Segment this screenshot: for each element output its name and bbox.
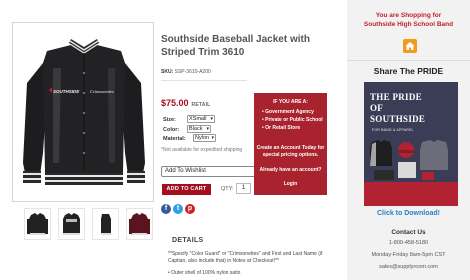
thumbnail-side[interactable] <box>92 208 119 240</box>
product-title: Southside Baseball Jacket with Striped T… <box>161 34 310 58</box>
product-sku: SKU: SSP-3610-A200 <box>161 69 211 75</box>
price-tag: RETAIL <box>191 102 211 108</box>
jacket-right-text: Crimsonettes <box>90 89 114 94</box>
material-value: Nylon <box>195 135 210 141</box>
details-note: **Specify "Color Guard" or "Crimsonettes… <box>168 251 323 264</box>
qty-label: QTY: <box>221 186 234 192</box>
color-label: Color: <box>163 127 180 133</box>
contact-hours: Monday-Friday 8am-5pm CST <box>371 252 446 258</box>
divider <box>347 60 470 61</box>
size-value: XSmall <box>189 116 207 122</box>
promo-item: • Or Retail Store <box>262 125 301 131</box>
shipping-note: *Not available for expedited shipping <box>161 147 243 153</box>
thumbnail-front[interactable] <box>24 208 51 240</box>
shopping-for-line1: You are Shopping for <box>375 12 442 19</box>
pride-line3: SOUTHSIDE <box>370 114 426 124</box>
promo-already: Already have an account? <box>259 167 322 173</box>
promo-item: • Government Agency <box>262 109 314 115</box>
account-promo-box: IF YOU ARE A: • Government Agency • Priv… <box>254 93 327 195</box>
qty-input[interactable]: 1 <box>236 183 251 194</box>
sku-label: SKU: <box>161 69 174 75</box>
contact-title: Contact Us <box>391 229 426 236</box>
details-bullet: • Outer shell of 100% nylon satin <box>168 270 241 276</box>
home-button[interactable] <box>403 39 417 53</box>
material-label: Material: <box>163 136 186 142</box>
caret-down-icon: ▾ <box>211 135 214 141</box>
thumbnail-maroon[interactable] <box>126 208 153 240</box>
facebook-icon[interactable]: f <box>161 204 171 214</box>
caret-down-icon: ▾ <box>210 116 213 122</box>
promo-cta: Create an Account Today for special pric… <box>256 145 325 158</box>
pride-bottom-band <box>364 182 458 206</box>
caret-down-icon: ▾ <box>206 126 209 132</box>
promo-item: • Private or Public School <box>262 117 323 123</box>
size-select[interactable]: XSmall ▾ <box>187 115 215 123</box>
shopping-for-banner: You are Shopping for Southside High Scho… <box>347 11 470 29</box>
pride-line1: THE PRIDE <box>370 92 422 102</box>
add-to-cart-button[interactable]: ADD TO CART <box>162 184 211 195</box>
product-price: $75.00 RETAIL <box>161 98 210 108</box>
contact-email[interactable]: sales@supplyroom.com <box>347 264 470 270</box>
details-heading: DETAILS <box>172 237 204 244</box>
pinterest-icon[interactable]: p <box>185 204 195 214</box>
jacket-image: SOUTHSIDE Crimsonettes <box>23 39 145 185</box>
pride-products-graphic <box>370 140 448 180</box>
wishlist-label: Add To Wishlist <box>165 168 206 174</box>
jacket-left-text: SOUTHSIDE <box>53 89 80 94</box>
promo-heading: IF YOU ARE A: <box>273 99 308 105</box>
download-link[interactable]: Click to Download! <box>347 210 470 217</box>
material-select[interactable]: Nylon ▾ <box>193 134 216 142</box>
color-select[interactable]: Black ▾ <box>187 125 211 133</box>
wishlist-select[interactable]: Add To Wishlist▼ <box>161 166 265 177</box>
pride-flyer-image[interactable]: THE PRIDE OF SOUTHSIDE FOR BAND & APPARE… <box>364 82 458 206</box>
contact-phone: 1-800-458-5180 <box>388 240 429 246</box>
share-title: Share The PRIDE <box>373 66 444 76</box>
size-label: Size: <box>163 117 176 123</box>
pride-subtitle: FOR BAND & APPAREL <box>372 128 414 132</box>
home-icon <box>405 42 415 50</box>
color-value: Black <box>189 126 203 132</box>
login-link[interactable]: Login <box>254 181 327 187</box>
twitter-icon[interactable]: t <box>173 204 183 214</box>
divider <box>161 80 247 81</box>
product-main-image[interactable]: SOUTHSIDE Crimsonettes <box>12 22 154 202</box>
sidebar: You are Shopping for Southside High Scho… <box>347 0 470 280</box>
shopping-for-line2: Southside High School Band <box>363 21 454 28</box>
sku-value: SSP-3610-A200 <box>174 69 211 75</box>
thumbnail-back[interactable] <box>58 208 85 240</box>
thumbnail-strip <box>24 208 154 240</box>
price-value: $75.00 <box>161 98 189 108</box>
pride-line2: OF <box>370 103 384 113</box>
